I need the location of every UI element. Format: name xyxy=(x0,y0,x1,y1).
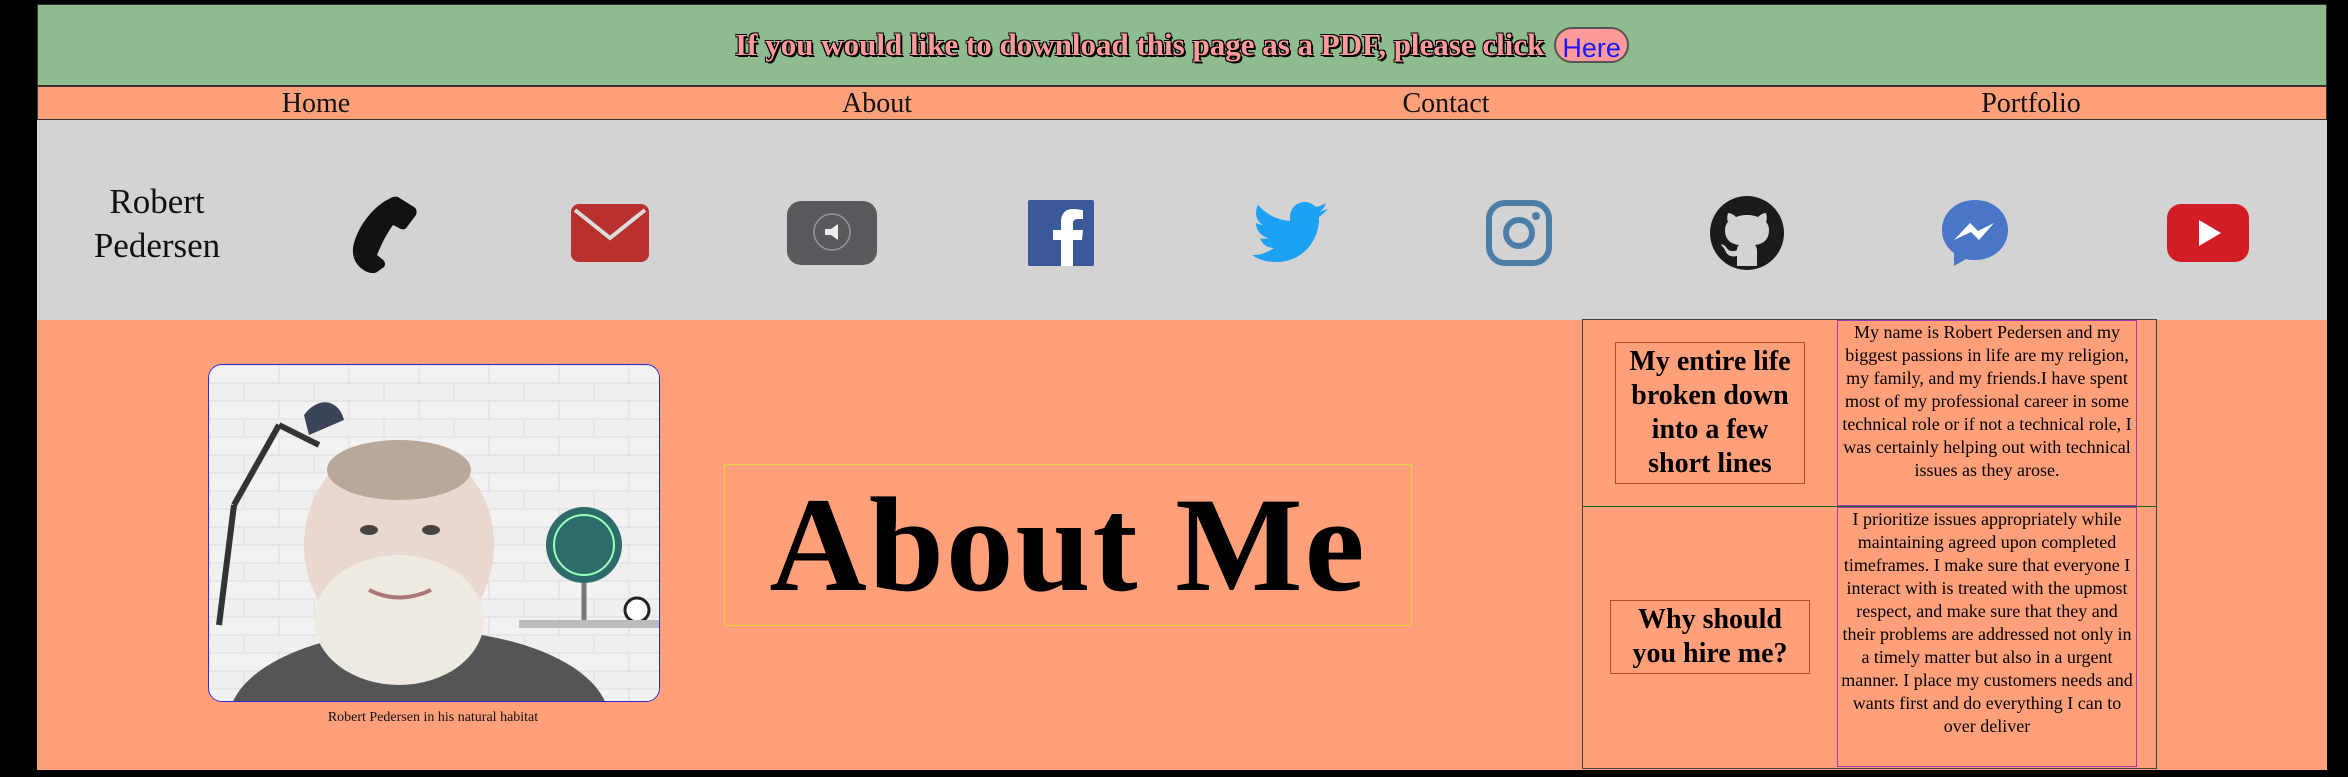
megaphone-icon[interactable] xyxy=(787,188,877,278)
nav-about[interactable]: About xyxy=(842,87,912,119)
facebook-icon[interactable] xyxy=(1016,188,1106,278)
photo-caption: Robert Pedersen in his natural habitat xyxy=(327,710,539,725)
info-row: My entire life broken down into a few sh… xyxy=(1583,320,2156,507)
answer-hire: I prioritize issues appropriately while … xyxy=(1837,507,2137,767)
nav-contact[interactable]: Contact xyxy=(1402,87,1489,119)
nav-home[interactable]: Home xyxy=(282,87,350,119)
answer-life: My name is Robert Pedersen and my bigges… xyxy=(1837,320,2137,506)
messenger-icon[interactable] xyxy=(1930,188,2020,278)
owner-name: Robert Pedersen xyxy=(93,182,221,265)
social-bar: Robert Pedersen xyxy=(37,120,2327,320)
info-row: Why should you hire me? I prioritize iss… xyxy=(1583,507,2156,767)
github-icon[interactable] xyxy=(1702,188,1792,278)
question-cell: My entire life broken down into a few sh… xyxy=(1583,320,1837,506)
profile-photo xyxy=(208,364,660,702)
about-section: Robert Pedersen in his natural habitat A… xyxy=(37,319,2327,770)
instagram-icon[interactable] xyxy=(1474,188,1564,278)
download-pdf-button[interactable]: Here xyxy=(1554,27,1629,63)
phone-icon[interactable] xyxy=(337,188,427,278)
nav-portfolio[interactable]: Portfolio xyxy=(1981,87,2081,119)
twitter-icon[interactable] xyxy=(1245,188,1335,278)
email-icon[interactable] xyxy=(565,188,655,278)
question-cell: Why should you hire me? xyxy=(1583,507,1837,767)
page: If you would like to download this page … xyxy=(37,4,2327,770)
main-nav: Home About Contact Portfolio xyxy=(37,86,2327,120)
pdf-banner-text: If you would like to download this page … xyxy=(735,27,1545,62)
info-table: My entire life broken down into a few sh… xyxy=(1582,319,2157,769)
about-heading: About Me xyxy=(769,470,1367,620)
about-heading-box: About Me xyxy=(724,464,1412,626)
pdf-banner: If you would like to download this page … xyxy=(37,4,2327,86)
question-hire: Why should you hire me? xyxy=(1610,600,1810,674)
youtube-icon[interactable] xyxy=(2163,188,2253,278)
question-life: My entire life broken down into a few sh… xyxy=(1615,342,1805,484)
